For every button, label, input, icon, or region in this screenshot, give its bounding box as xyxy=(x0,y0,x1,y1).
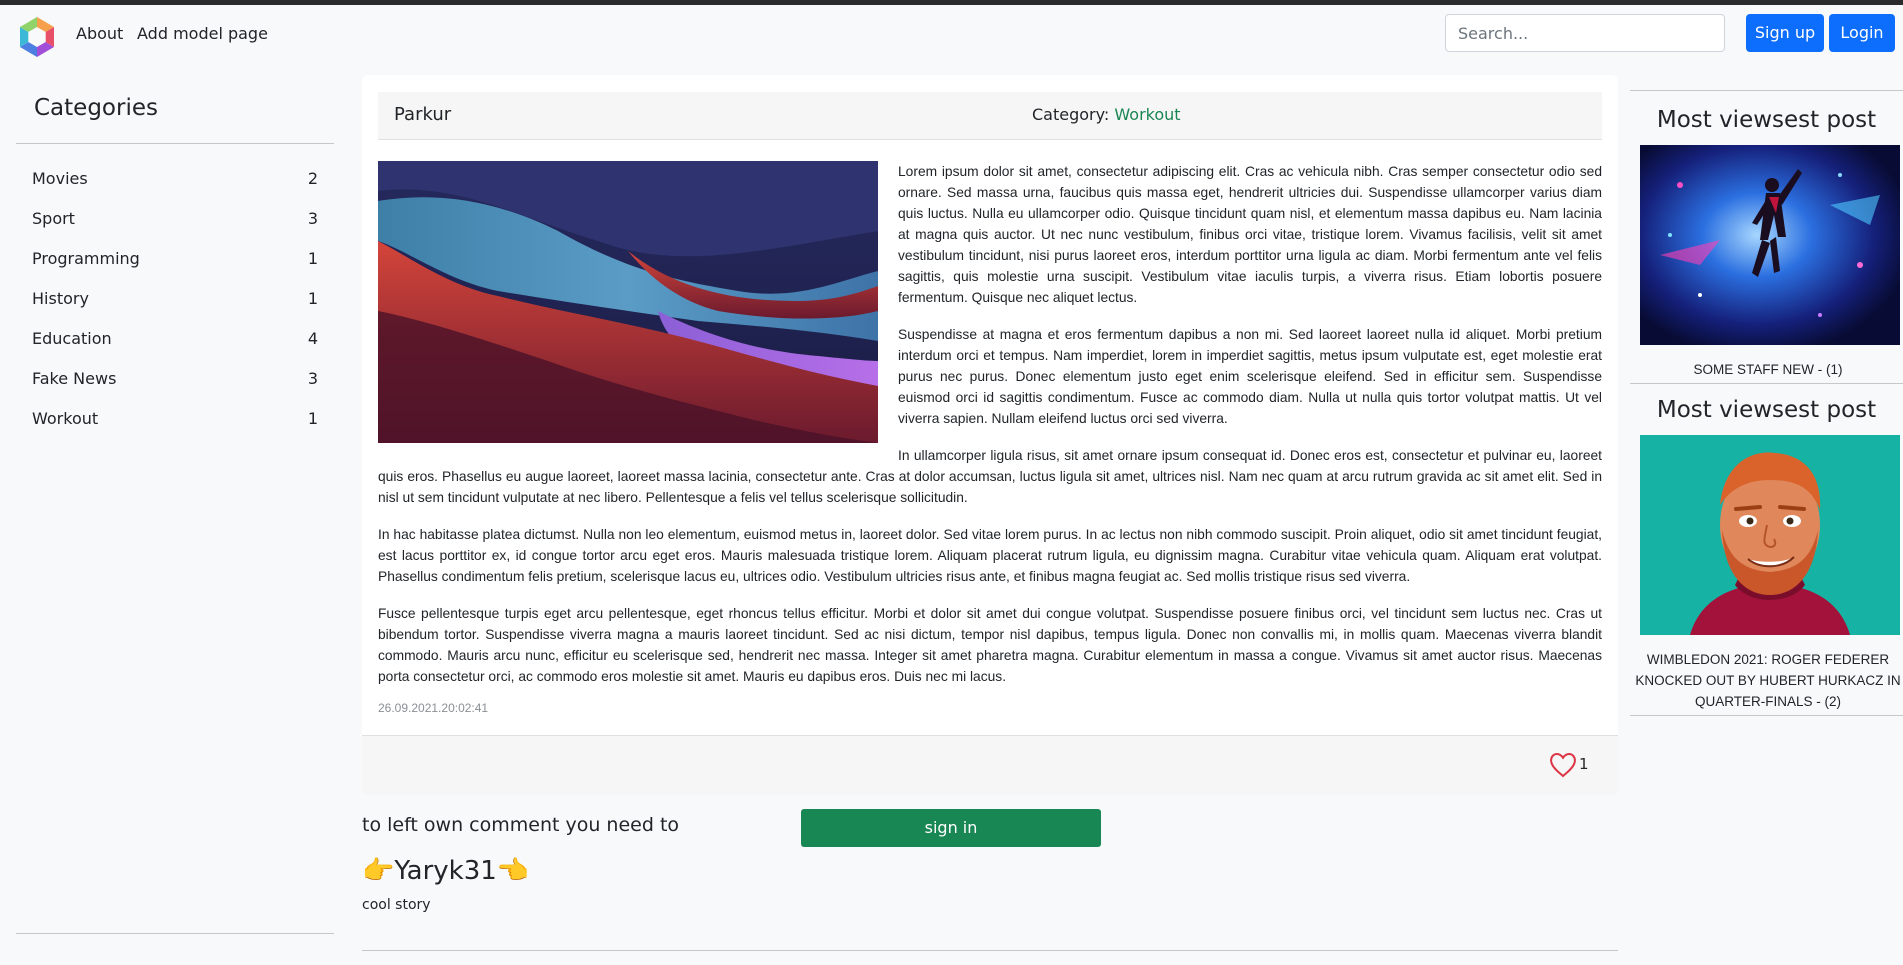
category-label: Sport xyxy=(32,209,75,228)
post-paragraph: In hac habitasse platea dictumst. Nulla … xyxy=(378,527,1602,584)
post-footer: 1 xyxy=(362,735,1618,795)
site-logo-icon[interactable] xyxy=(17,15,57,59)
divider xyxy=(1630,383,1903,384)
category-item-education[interactable]: Education 4 xyxy=(16,319,334,359)
divider xyxy=(1630,90,1903,91)
heart-icon[interactable] xyxy=(1549,752,1577,778)
most-viewed-column: Most viewsest post SOME STAFF NEW - (1) … xyxy=(1630,75,1903,965)
most-viewed-heading: Most viewsest post xyxy=(1656,107,1877,133)
nav-add-model-link[interactable]: Add model page xyxy=(137,24,268,43)
categories-sidebar: Categories Movies 2 Sport 3 Programming … xyxy=(0,75,350,965)
category-label: Workout xyxy=(32,409,99,428)
category-count: 1 xyxy=(307,289,318,308)
post-title: Parkur xyxy=(394,104,452,125)
comment-text: cool story xyxy=(362,897,431,913)
category-count: 2 xyxy=(307,169,318,188)
category-label: Movies xyxy=(32,169,88,188)
post-card: Parkur Category: Workout Lorem ipsum dol… xyxy=(362,75,1618,795)
category-count: 3 xyxy=(307,209,318,228)
post-image xyxy=(378,161,878,443)
category-list: Movies 2 Sport 3 Programming 1 History 1… xyxy=(16,159,334,439)
comment-prompt: to left own comment you need to xyxy=(362,814,680,836)
category-label: Education xyxy=(32,329,112,348)
divider xyxy=(16,143,334,144)
most-viewed-image-1[interactable] xyxy=(1640,145,1900,345)
comment-author: 👉Yaryk31👈 xyxy=(362,856,530,886)
category-item-sport[interactable]: Sport 3 xyxy=(16,199,334,239)
like-count: 1 xyxy=(1579,755,1589,773)
login-button[interactable]: Login xyxy=(1829,14,1895,52)
navbar: About Add model page Sign up Login xyxy=(0,5,1903,62)
category-item-fake-news[interactable]: Fake News 3 xyxy=(16,359,334,399)
sign-in-button[interactable]: sign in xyxy=(801,809,1101,847)
most-viewed-image-2[interactable] xyxy=(1640,435,1900,635)
most-viewed-caption-1[interactable]: SOME STAFF NEW - (1) xyxy=(1634,359,1902,380)
post-category: Category: Workout xyxy=(1032,105,1181,124)
post-category-prefix: Category: xyxy=(1032,105,1110,124)
category-label: History xyxy=(32,289,89,308)
post-date: 26.09.2021.20:02:41 xyxy=(378,701,489,715)
divider xyxy=(1630,715,1903,716)
category-label: Fake News xyxy=(32,369,117,388)
divider xyxy=(362,950,1618,951)
category-count: 1 xyxy=(307,249,318,268)
category-item-movies[interactable]: Movies 2 xyxy=(16,159,334,199)
post-paragraph: In ullamcorper ligula risus, sit amet or… xyxy=(378,448,1602,505)
category-count: 1 xyxy=(307,409,318,428)
divider xyxy=(16,933,334,934)
category-label: Programming xyxy=(32,249,140,268)
post-header: Parkur Category: Workout xyxy=(378,92,1602,140)
most-viewed-heading: Most viewsest post xyxy=(1656,397,1877,423)
nav-about-link[interactable]: About xyxy=(76,24,123,43)
category-item-workout[interactable]: Workout 1 xyxy=(16,399,334,439)
post-body: Lorem ipsum dolor sit amet, consectetur … xyxy=(378,161,1602,703)
search-input[interactable] xyxy=(1445,14,1725,52)
category-item-programming[interactable]: Programming 1 xyxy=(16,239,334,279)
signup-button[interactable]: Sign up xyxy=(1746,14,1824,52)
sidebar-title: Categories xyxy=(34,95,158,121)
category-count: 4 xyxy=(307,329,318,348)
post-category-link[interactable]: Workout xyxy=(1114,105,1180,124)
category-item-history[interactable]: History 1 xyxy=(16,279,334,319)
category-count: 3 xyxy=(307,369,318,388)
most-viewed-caption-2[interactable]: WIMBLEDON 2021: ROGER FEDERER KNOCKED OU… xyxy=(1634,649,1902,712)
post-paragraph: Fusce pellentesque turpis eget arcu pell… xyxy=(378,606,1602,684)
